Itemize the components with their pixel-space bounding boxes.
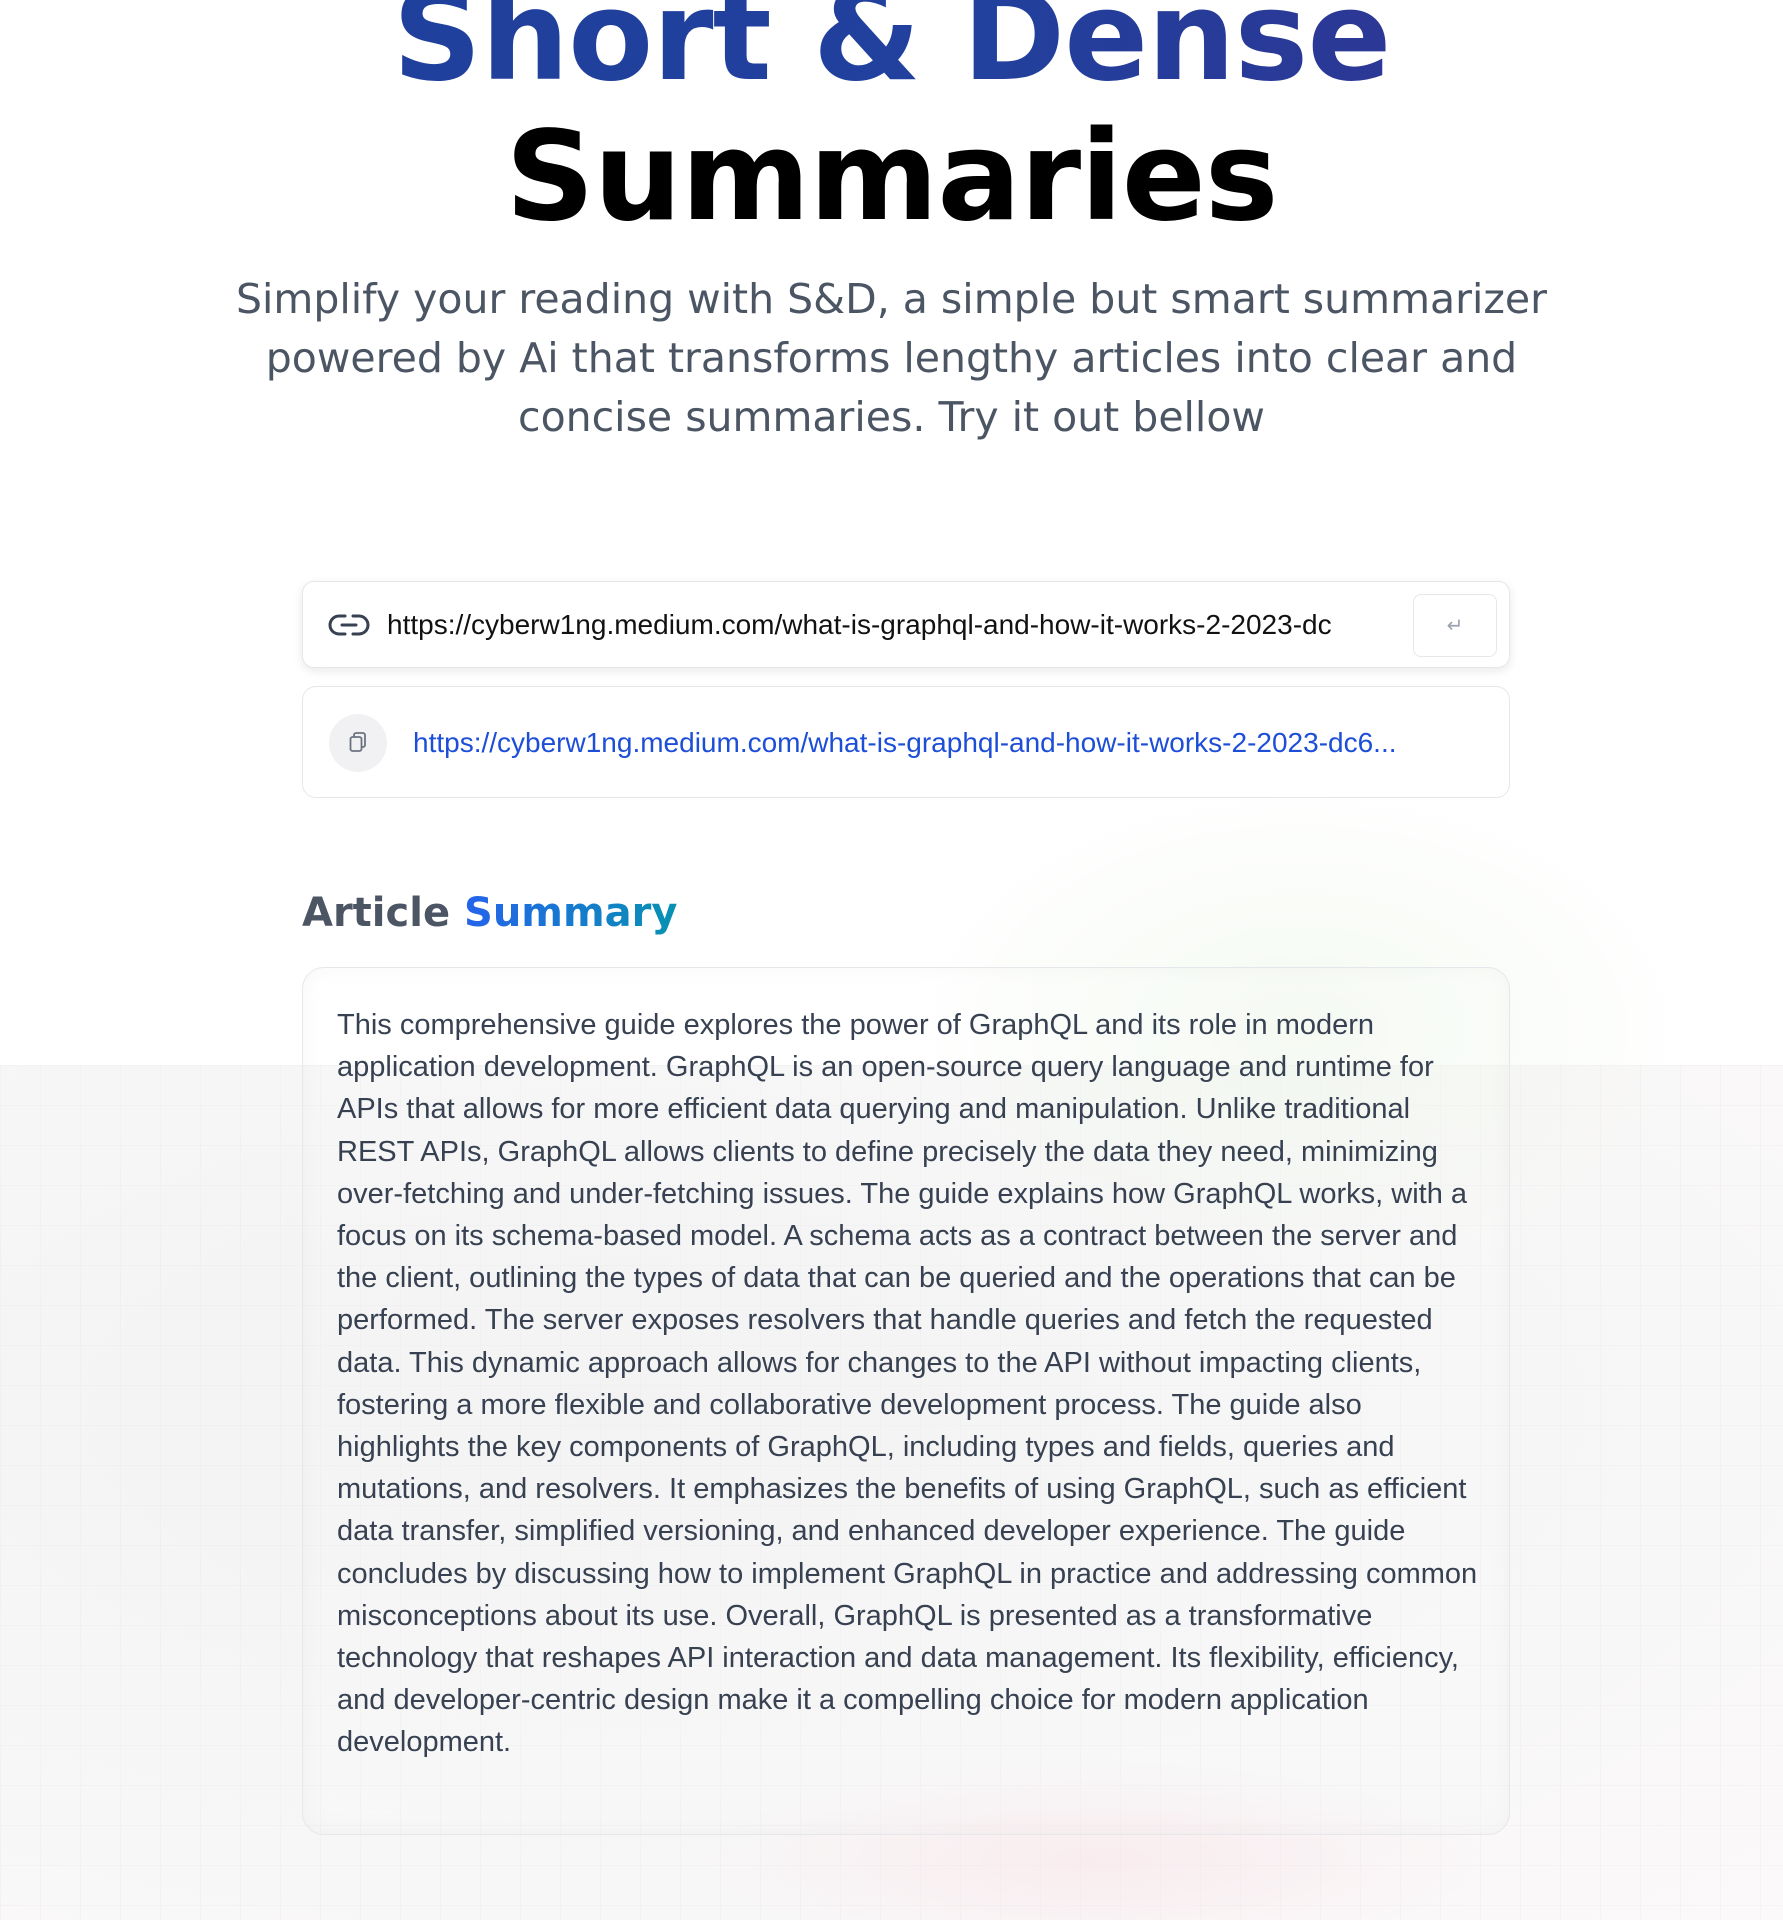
summary-box: This comprehensive guide explores the po… (302, 967, 1510, 1835)
history-url[interactable]: https://cyberw1ng.medium.com/what-is-gra… (413, 723, 1483, 763)
summary-heading: Article Summary (302, 885, 677, 941)
summary-text: This comprehensive guide explores the po… (337, 1009, 1478, 1759)
hero-title: Summaries (505, 105, 1278, 249)
url-form: ↵ (302, 581, 1510, 668)
url-input[interactable] (387, 600, 1412, 650)
hero-subtitle: Simplify your reading with S&D, a simple… (235, 275, 1548, 441)
enter-icon: ↵ (1446, 615, 1464, 637)
submit-button[interactable]: ↵ (1413, 594, 1497, 657)
history-item[interactable]: https://cyberw1ng.medium.com/what-is-gra… (302, 686, 1510, 798)
hero-title-gradient: Short & Dense (0, 0, 1783, 102)
copy-button[interactable] (329, 714, 387, 772)
copy-icon (349, 732, 366, 752)
summary-heading-prefix: Article (302, 890, 451, 936)
summary-heading-accent: Summary (464, 890, 678, 936)
link-icon (327, 608, 371, 642)
